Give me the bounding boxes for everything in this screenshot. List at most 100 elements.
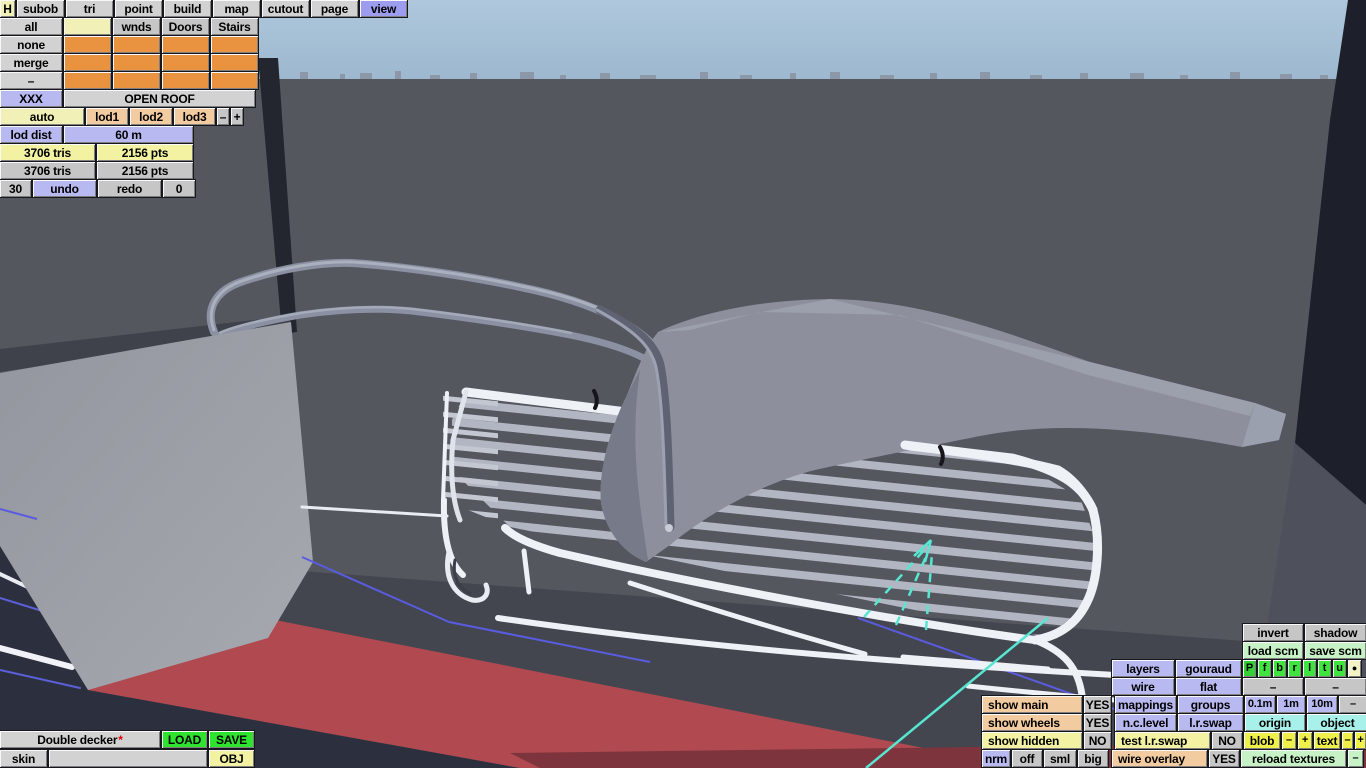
select-all-button[interactable]: all <box>0 18 62 35</box>
redo-button[interactable]: redo <box>98 180 161 197</box>
subobject-cell[interactable] <box>64 54 111 71</box>
subobject-cell[interactable] <box>211 72 258 89</box>
merge-button[interactable]: merge <box>0 54 62 71</box>
reload-textures-button[interactable]: reload textures <box>1241 750 1346 767</box>
proj-dot-button[interactable]: ● <box>1348 660 1361 677</box>
menu-tab-page[interactable]: page <box>311 0 358 17</box>
skin-field[interactable] <box>49 750 207 767</box>
proj-b-button[interactable]: b <box>1273 660 1286 677</box>
snap-1m-button[interactable]: 1m <box>1277 696 1305 713</box>
menu-tab-subob[interactable]: subob <box>17 0 64 17</box>
show-main-label: show main <box>982 696 1082 713</box>
subobject-cell[interactable] <box>113 54 160 71</box>
dash-button-2[interactable]: – <box>1305 678 1366 695</box>
wire-button[interactable]: wire <box>1112 678 1174 695</box>
subobject-wnds-button[interactable]: wnds <box>113 18 160 35</box>
blob-button[interactable]: blob <box>1244 732 1280 749</box>
menu-tab-tri[interactable]: tri <box>66 0 113 17</box>
subobject-cell[interactable] <box>162 72 209 89</box>
snap-01m-button[interactable]: 0.1m <box>1245 696 1275 713</box>
proj-r-button[interactable]: r <box>1288 660 1301 677</box>
select-none-button[interactable]: none <box>0 36 62 53</box>
subobject-cell[interactable] <box>162 54 209 71</box>
file-row: Double decker * LOAD SAVE <box>0 731 254 748</box>
dash-button[interactable]: – <box>0 72 62 89</box>
test-lr-swap-toggle[interactable]: NO <box>1212 732 1242 749</box>
flat-button[interactable]: flat <box>1176 678 1241 695</box>
save-button[interactable]: SAVE <box>209 731 254 748</box>
model-name: Double decker <box>37 732 118 747</box>
model-editor-window: H subob tri point build map cutout page … <box>0 0 1366 768</box>
load-button[interactable]: LOAD <box>162 731 207 748</box>
show-hidden-toggle[interactable]: NO <box>1084 732 1111 749</box>
snap-10m-button[interactable]: 10m <box>1307 696 1337 713</box>
skin-button[interactable]: skin <box>0 750 47 767</box>
subobject-stairs-button[interactable]: Stairs <box>211 18 258 35</box>
reload-dash-button[interactable]: – <box>1348 750 1363 767</box>
load-scm-button[interactable]: load scm <box>1243 642 1303 659</box>
lod-plus-button[interactable]: + <box>231 108 243 125</box>
blob-minus-button[interactable]: – <box>1282 732 1296 749</box>
menu-tab-cutout[interactable]: cutout <box>262 0 309 17</box>
save-scm-button[interactable]: save scm <box>1305 642 1366 659</box>
groups-button[interactable]: groups <box>1178 696 1243 713</box>
subobject-cell-blank[interactable] <box>64 18 111 35</box>
subobject-cell[interactable] <box>64 72 111 89</box>
lr-swap-button[interactable]: l.r.swap <box>1178 714 1243 731</box>
object-button[interactable]: object <box>1307 714 1366 731</box>
lod-auto-button[interactable]: auto <box>0 108 84 125</box>
lod-minus-button[interactable]: – <box>217 108 229 125</box>
invert-shadow-row: invert shadow <box>1243 624 1366 641</box>
dash-button-1[interactable]: – <box>1243 678 1303 695</box>
show-wheels-toggle[interactable]: YES <box>1084 714 1111 731</box>
lod3-button[interactable]: lod3 <box>174 108 215 125</box>
snap-dash-button[interactable]: – <box>1339 696 1366 713</box>
proj-t-button[interactable]: t <box>1318 660 1331 677</box>
subobject-doors-button[interactable]: Doors <box>162 18 209 35</box>
open-roof-button[interactable]: OPEN ROOF <box>64 90 255 107</box>
model-name-field[interactable]: Double decker * <box>0 731 160 748</box>
undo-button[interactable]: undo <box>33 180 96 197</box>
nrm-off-button[interactable]: off <box>1012 750 1042 767</box>
nrm-sml-button[interactable]: sml <box>1044 750 1076 767</box>
tris-count-lod: 3706 tris <box>0 162 95 179</box>
lod1-button[interactable]: lod1 <box>86 108 128 125</box>
subobject-row-openroof: XXX OPEN ROOF <box>0 90 255 107</box>
lod2-button[interactable]: lod2 <box>130 108 172 125</box>
text-minus-button[interactable]: – <box>1342 732 1353 749</box>
subobject-cell[interactable] <box>211 54 258 71</box>
text-button[interactable]: text <box>1314 732 1340 749</box>
subobject-cell[interactable] <box>211 36 258 53</box>
menu-tab-h[interactable]: H <box>0 0 15 17</box>
layers-button[interactable]: layers <box>1112 660 1174 677</box>
proj-u-button[interactable]: u <box>1333 660 1346 677</box>
subobject-cell[interactable] <box>64 36 111 53</box>
menu-tab-view-active[interactable]: view <box>360 0 407 17</box>
menu-tab-point[interactable]: point <box>115 0 162 17</box>
wire-overlay-toggle[interactable]: YES <box>1209 750 1239 767</box>
obj-button[interactable]: OBJ <box>209 750 254 767</box>
text-plus-button[interactable]: + <box>1355 732 1366 749</box>
proj-p-button[interactable]: P <box>1243 660 1256 677</box>
menu-tab-map[interactable]: map <box>213 0 260 17</box>
lod-dist-value[interactable]: 60 m <box>64 126 193 143</box>
main-menu-bar: H subob tri point build map cutout page … <box>0 0 407 17</box>
origin-button[interactable]: origin <box>1245 714 1305 731</box>
mappings-button[interactable]: mappings <box>1115 696 1176 713</box>
shadow-button[interactable]: shadow <box>1305 624 1366 641</box>
nrm-big-button[interactable]: big <box>1078 750 1108 767</box>
subobject-cell[interactable] <box>162 36 209 53</box>
xxx-button[interactable]: XXX <box>0 90 62 107</box>
menu-tab-build[interactable]: build <box>164 0 211 17</box>
show-main-toggle[interactable]: YES <box>1084 696 1111 713</box>
blob-plus-button[interactable]: + <box>1298 732 1312 749</box>
proj-f-button[interactable]: f <box>1258 660 1271 677</box>
subobject-cell[interactable] <box>113 36 160 53</box>
nc-level-button[interactable]: n.c.level <box>1115 714 1176 731</box>
gouraud-button[interactable]: gouraud <box>1176 660 1241 677</box>
scm-row: load scm save scm <box>1243 642 1366 659</box>
subobject-cell[interactable] <box>113 72 160 89</box>
pts-count-lod: 2156 pts <box>97 162 193 179</box>
invert-button[interactable]: invert <box>1243 624 1303 641</box>
proj-l-button[interactable]: l <box>1303 660 1316 677</box>
